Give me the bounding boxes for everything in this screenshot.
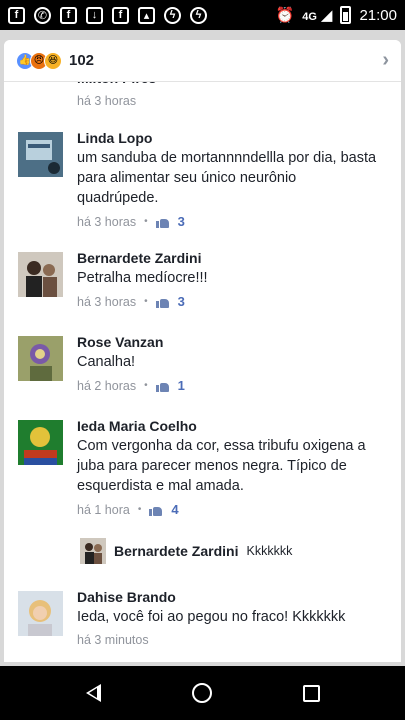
comment-meta: há 3 horas • 3 bbox=[77, 294, 377, 309]
comment-meta: há 3 minutos bbox=[77, 633, 377, 647]
separator-dot: • bbox=[144, 380, 148, 391]
separator-dot: • bbox=[137, 504, 142, 515]
comment-time: há 3 minutos bbox=[77, 633, 149, 647]
avatar[interactable] bbox=[18, 591, 63, 636]
comment-author[interactable]: Ieda Maria Coelho bbox=[77, 416, 377, 436]
separator-dot: • bbox=[144, 296, 148, 307]
comment-author[interactable]: Linda Lopo bbox=[77, 128, 377, 148]
comment-text: Com vergonha da cor, essa tribufu oxigen… bbox=[77, 438, 366, 494]
reaction-count: 102 bbox=[69, 52, 95, 69]
reply-preview[interactable]: Bernardete Zardini Kkkkkkk bbox=[80, 538, 292, 564]
comment-time: há 1 hora bbox=[77, 502, 130, 517]
comment-time: há 3 horas bbox=[77, 214, 137, 229]
comment-text: Petralha medíocre!!! bbox=[77, 270, 208, 286]
avatar[interactable] bbox=[18, 420, 63, 465]
comment-meta: há 2 horas • 1 bbox=[77, 378, 377, 393]
avatar[interactable] bbox=[18, 252, 63, 297]
comments-panel: 👍 😠 😆 102 › Milton Pires há 3 horas bbox=[4, 40, 401, 662]
comment-content: Bernardete Zardini Petralha medíocre!!! … bbox=[77, 248, 377, 309]
like-count: 3 bbox=[177, 294, 185, 309]
comment-time: há 3 horas bbox=[77, 294, 137, 309]
haha-reaction-icon: 😆 bbox=[44, 51, 62, 70]
comment-meta: há 3 horas bbox=[77, 94, 377, 108]
reply-author: Bernardete Zardini bbox=[114, 543, 239, 559]
comment-content: Ieda Maria Coelho Com vergonha da cor, e… bbox=[77, 416, 377, 517]
gallery-icon: ▴ bbox=[138, 6, 155, 24]
reactions-header[interactable]: 👍 😠 😆 102 › bbox=[4, 40, 401, 82]
comment-time: há 2 horas bbox=[77, 378, 137, 393]
signal-icon: ◢ bbox=[320, 7, 333, 24]
chevron-right-icon[interactable]: › bbox=[382, 49, 389, 72]
reaction-icons: 👍 😠 😆 bbox=[16, 51, 62, 70]
comments-sheet: 👍 😠 😆 102 › Milton Pires há 3 horas bbox=[0, 30, 405, 666]
whatsapp-icon: ✆ bbox=[34, 6, 51, 24]
comment-time: há 3 horas bbox=[77, 94, 137, 108]
status-bar: f ✆ f ↓ f ▴ ϟ ϟ ⏰ 4G ◢ 21:00 bbox=[0, 0, 405, 30]
comment-content: Dahise Brando Ieda, você foi ao pegou no… bbox=[77, 587, 377, 647]
messenger-icon: ϟ bbox=[190, 6, 207, 24]
home-icon[interactable] bbox=[191, 683, 212, 703]
battery-icon bbox=[340, 6, 352, 24]
navigation-bar bbox=[0, 666, 405, 720]
like-count: 3 bbox=[177, 214, 185, 229]
comment-meta: há 3 horas • 3 bbox=[77, 214, 377, 229]
facebook-icon: f bbox=[60, 6, 77, 24]
comment-text: um sanduba de mortannnndellla por dia, b… bbox=[77, 150, 377, 206]
comment-author[interactable]: Dahise Brando bbox=[77, 587, 377, 607]
avatar bbox=[80, 538, 106, 564]
alarm-icon: ⏰ bbox=[275, 7, 295, 24]
avatar[interactable] bbox=[18, 336, 63, 381]
network-label: 4G bbox=[302, 11, 317, 23]
download-icon: ↓ bbox=[86, 6, 103, 24]
comment-author[interactable]: Rose Vanzan bbox=[77, 332, 377, 352]
reply-text: Kkkkkkk bbox=[246, 544, 293, 558]
facebook-icon: f bbox=[112, 6, 129, 24]
comment-meta: há 1 hora • 4 bbox=[77, 502, 377, 517]
avatar[interactable] bbox=[18, 132, 63, 177]
messenger-icon: ϟ bbox=[164, 6, 181, 24]
comment-text: Canalha! bbox=[77, 354, 136, 370]
clock: 21:00 bbox=[359, 6, 397, 24]
like-count: 4 bbox=[171, 502, 179, 517]
like-count: 1 bbox=[177, 378, 185, 393]
like-icon[interactable] bbox=[155, 380, 170, 392]
like-icon[interactable] bbox=[155, 296, 170, 308]
separator-dot: • bbox=[144, 216, 148, 227]
back-icon[interactable] bbox=[85, 684, 101, 702]
comment-text: Ieda, você foi ao pegou no fraco! Kkkkkk… bbox=[77, 609, 346, 625]
facebook-icon: f bbox=[8, 6, 25, 24]
comment-content: Linda Lopo um sanduba de mortannnndellla… bbox=[77, 128, 377, 229]
like-icon[interactable] bbox=[149, 504, 163, 516]
comment-author[interactable]: Bernardete Zardini bbox=[77, 248, 377, 268]
like-icon[interactable] bbox=[155, 216, 170, 228]
recent-apps-icon[interactable] bbox=[302, 684, 320, 702]
comment-content: Rose Vanzan Canalha! há 2 horas • 1 bbox=[77, 332, 377, 393]
